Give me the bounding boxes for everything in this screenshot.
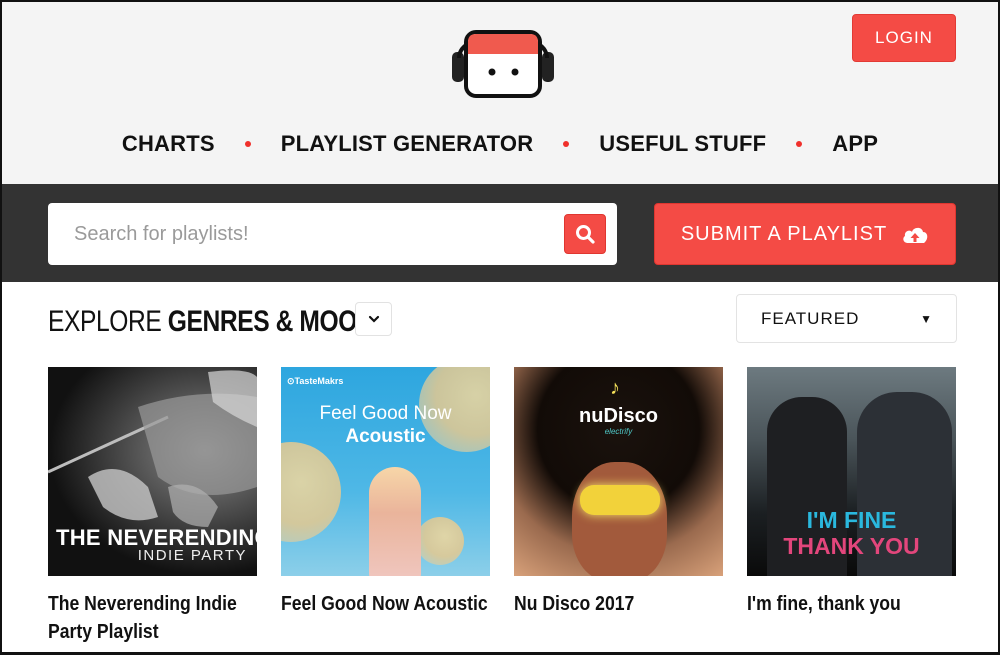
cover-title-line2: electrify — [604, 427, 633, 436]
chevron-down-icon — [368, 315, 379, 323]
nav-separator — [796, 141, 803, 147]
playlist-card[interactable]: I'M FINE THANK YOU I'm fine, thank you — [747, 367, 956, 618]
cover-figure — [369, 467, 421, 576]
cover-brand: ⊙TasteMakrs — [287, 376, 344, 386]
nav-app[interactable]: APP — [832, 131, 878, 157]
playlist-title[interactable]: Feel Good Now Acoustic — [281, 590, 492, 618]
page: LOGIN CHARTS PLAYLIST GENERATOR USEFUL S… — [0, 0, 1000, 655]
explore-title: EXPLORE GENRES & MOODS — [48, 305, 391, 339]
playlist-title[interactable]: Nu Disco 2017 — [514, 590, 725, 618]
playlist-card[interactable]: ⊙TasteMakrs Feel Good Now Acoustic Feel … — [281, 367, 490, 618]
playlist-cover[interactable]: ⊙TasteMakrs Feel Good Now Acoustic — [281, 367, 490, 576]
nav-separator — [563, 141, 570, 147]
login-button[interactable]: LOGIN — [852, 14, 956, 62]
cover-title-line1: Feel Good Now — [319, 403, 452, 424]
search-box — [48, 203, 617, 265]
sort-select[interactable]: FEATURED ▼ — [736, 294, 957, 343]
caret-down-icon: ▼ — [920, 311, 932, 326]
sort-selected-value: FEATURED — [761, 308, 860, 328]
playlist-cover[interactable]: I'M FINE THANK YOU — [747, 367, 956, 576]
cloud-upload-icon — [903, 227, 928, 243]
cover-title-line1: I'M FINE — [806, 507, 897, 533]
playlist-card[interactable]: THE NEVERENDING INDIE PARTY The Neverend… — [48, 367, 257, 646]
cover-title-line1: nuDisco — [579, 405, 658, 427]
nav-charts[interactable]: CHARTS — [122, 131, 215, 157]
cover-title-line2: Acoustic — [345, 426, 426, 447]
cover-decoration — [281, 442, 341, 542]
search-button[interactable] — [564, 214, 606, 254]
explore-heading: EXPLORE GENRES & MOODS — [48, 300, 465, 344]
search-icon — [576, 225, 595, 244]
site-header: LOGIN CHARTS PLAYLIST GENERATOR USEFUL S… — [2, 2, 998, 184]
explore-title-light: EXPLORE — [48, 305, 162, 338]
playlist-card[interactable]: ♪ nuDisco electrify Nu Disco 2017 — [514, 367, 723, 618]
nav-useful-stuff[interactable]: USEFUL STUFF — [599, 131, 766, 157]
playlist-cover[interactable]: ♪ nuDisco electrify — [514, 367, 723, 576]
submit-playlist-button[interactable]: SUBMIT A PLAYLIST — [654, 203, 956, 265]
cover-figure — [572, 462, 667, 576]
playlist-title[interactable]: I'm fine, thank you — [747, 590, 958, 618]
main-nav: CHARTS PLAYLIST GENERATOR USEFUL STUFF A… — [2, 126, 998, 162]
genre-dropdown-toggle[interactable] — [355, 302, 392, 336]
cover-title-line2: INDIE PARTY — [137, 547, 247, 564]
nav-playlist-generator[interactable]: PLAYLIST GENERATOR — [281, 131, 534, 157]
music-note-icon: ♪ — [610, 377, 620, 399]
cover-decoration — [416, 517, 464, 565]
playlist-title[interactable]: The Neverending Indie Party Playlist — [48, 590, 259, 646]
search-input[interactable] — [48, 203, 558, 265]
submit-playlist-label: SUBMIT A PLAYLIST — [680, 222, 888, 245]
search-band: SUBMIT A PLAYLIST — [2, 184, 998, 282]
cover-title-line2: THANK YOU — [783, 533, 920, 559]
playlist-cover[interactable]: THE NEVERENDING INDIE PARTY — [48, 367, 257, 576]
headphones-robot-logo-icon[interactable] — [451, 24, 555, 100]
cover-glasses — [580, 485, 660, 515]
nav-separator — [244, 141, 251, 147]
